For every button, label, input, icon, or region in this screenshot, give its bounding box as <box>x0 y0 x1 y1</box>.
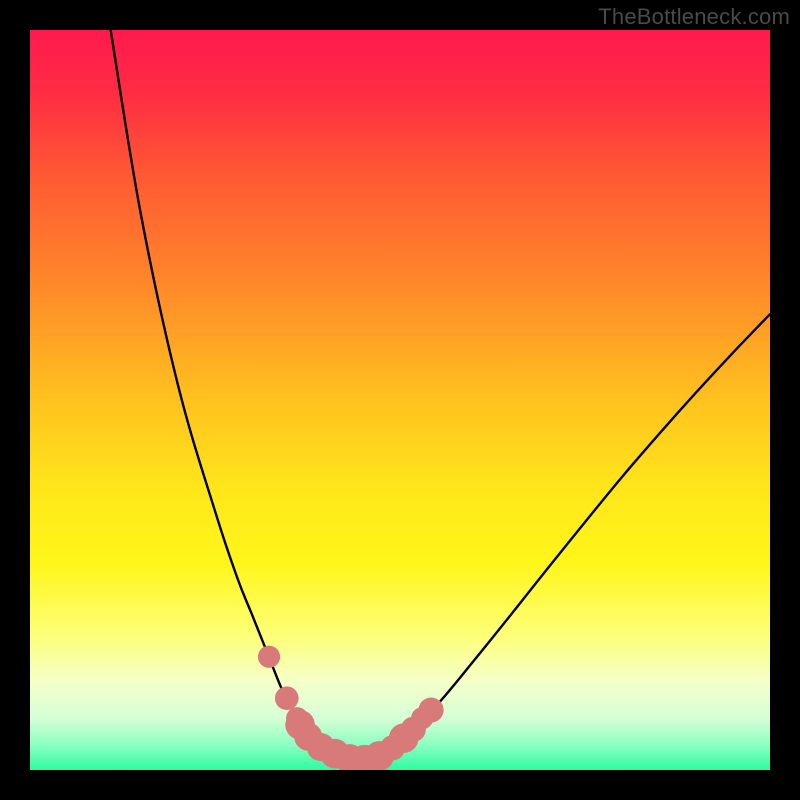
bottleneck-chart <box>30 30 770 770</box>
curve-marker <box>258 646 280 668</box>
curve-marker <box>275 686 299 710</box>
gradient-background <box>30 30 770 770</box>
plot-area <box>30 30 770 770</box>
chart-frame: TheBottleneck.com <box>0 0 800 800</box>
watermark-text: TheBottleneck.com <box>598 4 790 30</box>
curve-marker <box>419 697 444 722</box>
